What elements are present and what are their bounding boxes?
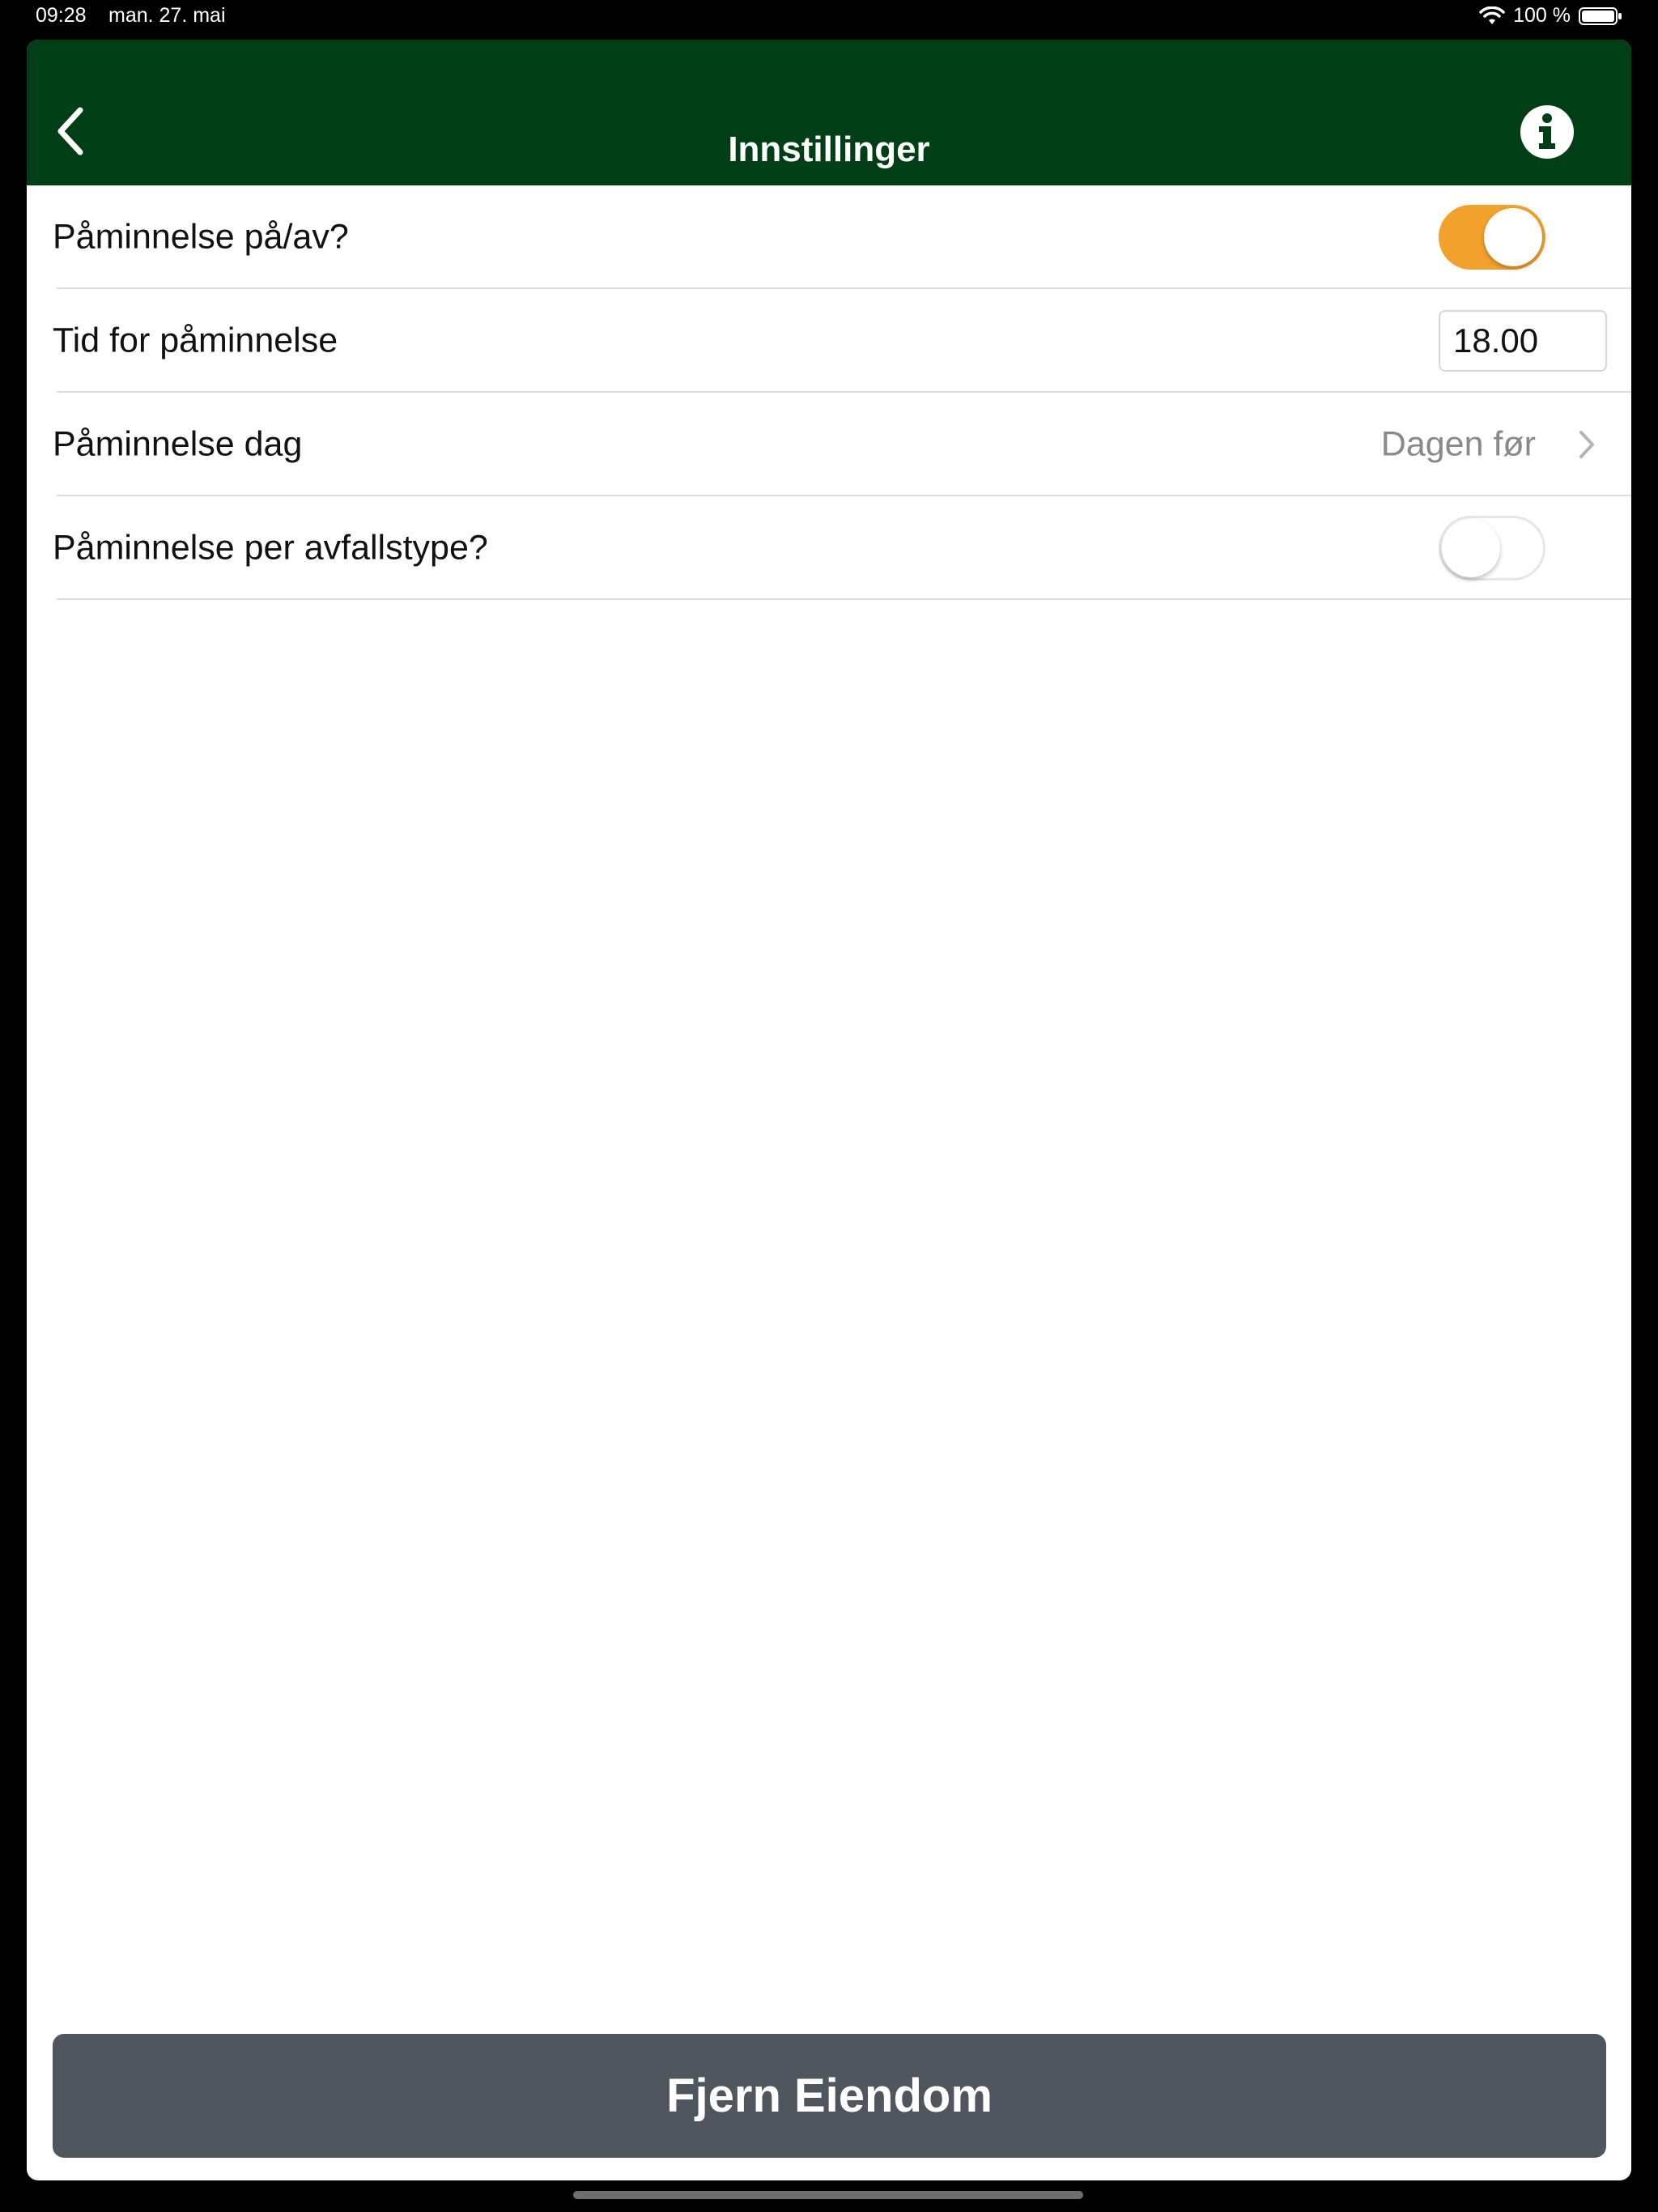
reminder-toggle-label: Påminnelse på/av?: [53, 217, 349, 257]
battery-icon: [1579, 6, 1622, 26]
reminder-day-value: Dagen før: [1380, 424, 1536, 464]
status-date: man. 27. mai: [108, 4, 226, 27]
reminder-toggle-row: Påminnelse på/av?: [27, 185, 1631, 289]
battery-percentage: 100 %: [1513, 4, 1571, 27]
reminder-day-label: Påminnelse dag: [53, 424, 303, 464]
per-waste-type-switch[interactable]: [1439, 516, 1545, 581]
home-indicator[interactable]: [573, 2191, 1083, 2199]
settings-sheet: Innstillinger Påminnelse på/av? Tid for …: [27, 40, 1631, 2180]
reminder-time-label: Tid for påminnelse: [53, 321, 338, 360]
reminder-toggle-switch[interactable]: [1439, 205, 1545, 270]
navigation-bar: Innstillinger: [27, 40, 1631, 185]
reminder-day-row[interactable]: Påminnelse dag Dagen før: [27, 393, 1631, 496]
chevron-right-icon: [1578, 430, 1596, 459]
row-divider: [57, 598, 1631, 600]
reminder-time-row: Tid for påminnelse: [27, 289, 1631, 393]
wifi-icon: [1479, 6, 1505, 26]
per-waste-type-label: Påminnelse per avfallstype?: [53, 528, 488, 568]
status-bar: 09:28 man. 27. mai 100 %: [0, 0, 1658, 36]
page-title: Innstillinger: [728, 130, 930, 169]
status-indicators: 100 %: [1479, 4, 1622, 28]
reminder-time-input[interactable]: [1439, 310, 1607, 372]
info-button[interactable]: [1520, 104, 1575, 160]
toggle-knob: [1442, 519, 1500, 577]
status-time: 09:28: [36, 4, 87, 27]
info-icon: [1520, 104, 1575, 160]
remove-property-button[interactable]: Fjern Eiendom: [53, 2034, 1606, 2158]
toggle-knob: [1484, 208, 1542, 266]
per-waste-type-row: Påminnelse per avfallstype?: [27, 496, 1631, 600]
